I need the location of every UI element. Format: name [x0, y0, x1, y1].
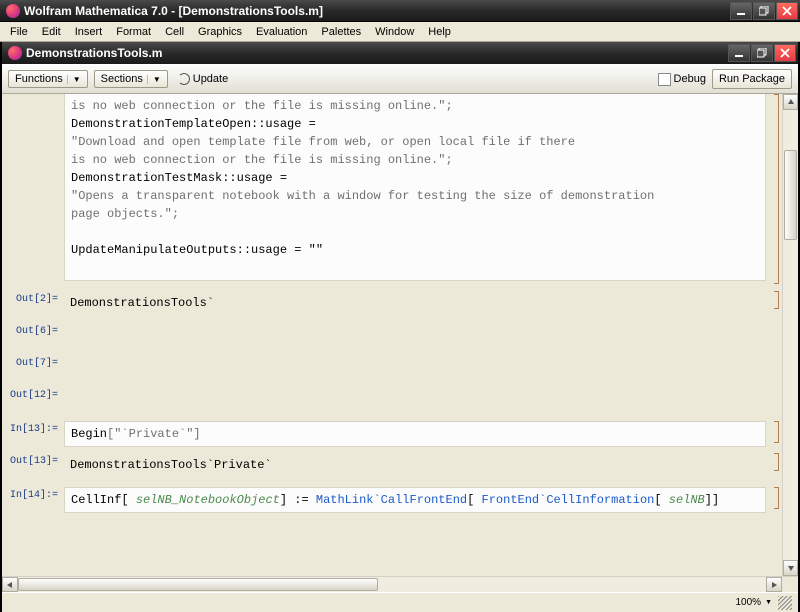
app-icon	[6, 4, 20, 18]
input-cell-14[interactable]: CellInf[ selNB_NotebookObject] := MathLi…	[64, 487, 766, 513]
doc-title: DemonstrationsTools.m	[26, 46, 727, 60]
menubar: File Edit Insert Format Cell Graphics Ev…	[0, 22, 800, 42]
toolbar: Functions ▼ Sections ▼ Update Debug Run …	[2, 64, 798, 94]
update-link[interactable]: Update	[178, 73, 228, 85]
menu-file[interactable]: File	[3, 24, 35, 40]
output-cell-13[interactable]: DemonstrationsTools`Private`	[64, 453, 766, 477]
functions-dropdown[interactable]: Functions ▼	[8, 70, 88, 88]
statusbar: 100% ▼	[2, 592, 798, 612]
menu-window[interactable]: Window	[368, 24, 421, 40]
notebook-pane[interactable]: is no web connection or the file is miss…	[2, 94, 782, 576]
menu-format[interactable]: Format	[109, 24, 158, 40]
chevron-down-icon[interactable]: ▼	[765, 599, 772, 606]
output-cell-6[interactable]	[64, 323, 766, 347]
window-controls	[729, 2, 798, 20]
cell-label-out13: Out[13]=	[2, 453, 64, 467]
output-cell-7[interactable]	[64, 355, 766, 379]
menu-edit[interactable]: Edit	[35, 24, 68, 40]
cell-label-in14: In[14]:=	[2, 487, 64, 501]
app-titlebar: Wolfram Mathematica 7.0 - [Demonstration…	[0, 0, 800, 22]
code-row: Out[13]= DemonstrationsTools`Private`	[2, 453, 782, 477]
content-area: is no web connection or the file is miss…	[2, 94, 798, 576]
refresh-icon	[178, 73, 190, 85]
debug-checkbox-wrap[interactable]: Debug	[658, 73, 706, 86]
menu-graphics[interactable]: Graphics	[191, 24, 249, 40]
minimize-button[interactable]	[730, 2, 752, 20]
cell-label-in13: In[13]:=	[2, 421, 64, 435]
run-package-button[interactable]: Run Package	[712, 69, 792, 89]
debug-label: Debug	[674, 73, 706, 85]
update-label: Update	[193, 73, 228, 85]
scroll-thumb-h[interactable]	[18, 578, 378, 591]
input-cell-top[interactable]: is no web connection or the file is miss…	[64, 94, 766, 281]
sections-label: Sections	[101, 73, 143, 85]
vertical-scrollbar[interactable]	[782, 94, 798, 576]
horizontal-scrollbar[interactable]	[2, 576, 798, 592]
scroll-down-button[interactable]	[783, 560, 798, 576]
scroll-track-h[interactable]	[18, 577, 766, 592]
menu-cell[interactable]: Cell	[158, 24, 191, 40]
menu-evaluation[interactable]: Evaluation	[249, 24, 314, 40]
output-cell-2[interactable]: DemonstrationsTools`	[64, 291, 766, 315]
scroll-up-button[interactable]	[783, 94, 798, 110]
doc-restore-button[interactable]	[751, 44, 773, 62]
functions-label: Functions	[15, 73, 63, 85]
cell-label-out12: Out[12]=	[2, 387, 64, 401]
code-row: Out[12]=	[2, 387, 782, 411]
sections-dropdown[interactable]: Sections ▼	[94, 70, 168, 88]
scroll-left-button[interactable]	[2, 577, 18, 592]
menu-palettes[interactable]: Palettes	[314, 24, 368, 40]
chevron-down-icon: ▼	[147, 75, 161, 84]
cell-label-out2: Out[2]=	[2, 291, 64, 305]
menu-help[interactable]: Help	[421, 24, 458, 40]
cell-label-blank	[2, 94, 64, 97]
doc-minimize-button[interactable]	[728, 44, 750, 62]
scroll-right-button[interactable]	[766, 577, 782, 592]
cell-label-out6: Out[6]=	[2, 323, 64, 337]
code-row: is no web connection or the file is miss…	[2, 94, 782, 281]
code-row: Out[6]=	[2, 323, 782, 347]
restore-button[interactable]	[753, 2, 775, 20]
doc-close-button[interactable]	[774, 44, 796, 62]
code-row: In[13]:= Begin["`Private`"]	[2, 421, 782, 447]
debug-checkbox[interactable]	[658, 73, 671, 86]
document-titlebar: DemonstrationsTools.m	[2, 42, 798, 64]
doc-window-controls	[727, 44, 796, 62]
resize-grip[interactable]	[778, 596, 792, 610]
doc-icon	[8, 46, 22, 60]
close-button[interactable]	[776, 2, 798, 20]
cell-label-out7: Out[7]=	[2, 355, 64, 369]
app-title: Wolfram Mathematica 7.0 - [Demonstration…	[24, 4, 729, 18]
chevron-down-icon: ▼	[67, 75, 81, 84]
input-cell-13[interactable]: Begin["`Private`"]	[64, 421, 766, 447]
scroll-thumb[interactable]	[784, 150, 797, 240]
code-row: Out[2]= DemonstrationsTools`	[2, 291, 782, 315]
output-cell-12[interactable]	[64, 387, 766, 411]
menu-insert[interactable]: Insert	[68, 24, 110, 40]
scroll-track[interactable]	[783, 110, 798, 560]
code-row: Out[7]=	[2, 355, 782, 379]
zoom-level[interactable]: 100%	[735, 597, 765, 608]
code-row: In[14]:= CellInf[ selNB_NotebookObject] …	[2, 487, 782, 513]
